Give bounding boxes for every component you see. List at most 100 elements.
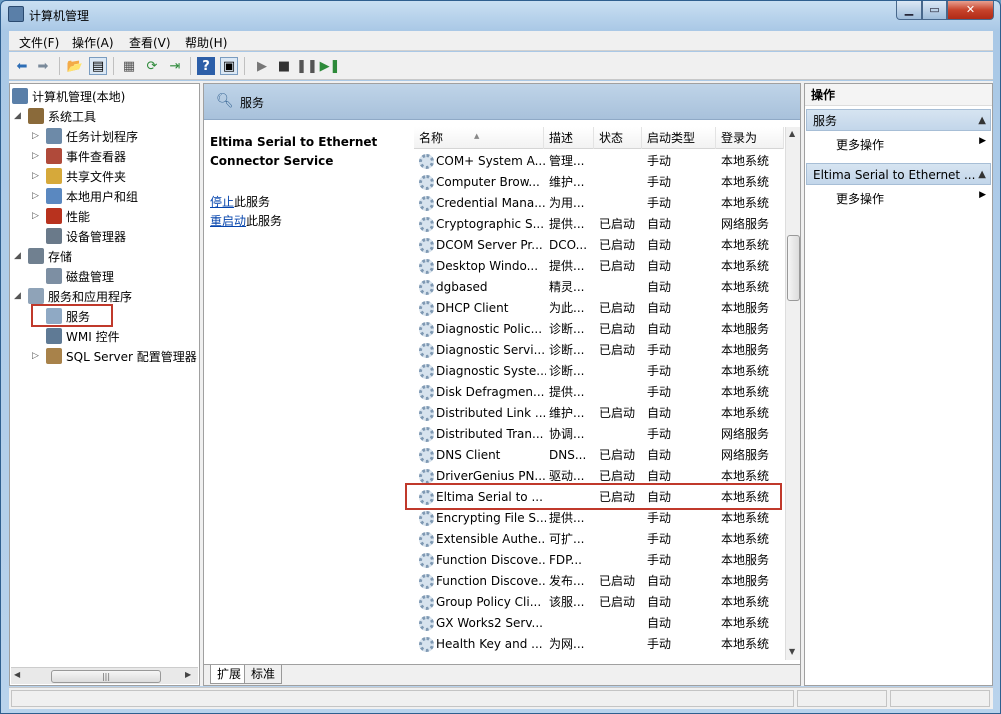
scrollbar-thumb[interactable]: ||| (51, 670, 161, 683)
menu-help[interactable]: 帮助(H) (185, 34, 227, 51)
expand-toggle-icon[interactable]: ◢ (14, 111, 21, 121)
export-list-icon[interactable]: ⇥ (166, 57, 184, 75)
stop-service-link[interactable]: 停止 (210, 195, 234, 209)
menu-action[interactable]: 操作(A) (72, 34, 114, 51)
more-actions-services[interactable]: 更多操作 ▶ (836, 136, 986, 153)
start-service-icon[interactable]: ▶ (253, 57, 271, 75)
service-row[interactable]: DHCP Client 为此... 已启动 自动 本地服务 (414, 298, 784, 319)
service-row[interactable]: Group Policy Cli... 该服... 已启动 自动 本地系统 (414, 592, 784, 613)
service-row[interactable]: Desktop Windo... 提供... 已启动 自动 本地系统 (414, 256, 784, 277)
actions-section-eltima[interactable]: Eltima Serial to Ethernet ... ▲ (806, 163, 991, 185)
expand-toggle-icon[interactable]: ◢ (14, 291, 21, 301)
tree-item[interactable]: 事件查看器 (46, 148, 126, 166)
title-bar[interactable]: 计算机管理 ▁ ▭ ✕ (1, 1, 1000, 29)
service-row[interactable]: Distributed Link ... 维护... 已启动 自动 本地系统 (414, 403, 784, 424)
expand-toggle-icon[interactable]: ▷ (32, 171, 39, 181)
pause-service-icon[interactable]: ❚❚ (296, 57, 318, 75)
column-header-startup-type[interactable]: 启动类型 (642, 127, 716, 149)
service-row[interactable]: Function Discove... FDP... 手动 本地服务 (414, 550, 784, 571)
cell-startup-type: 手动 (647, 553, 672, 567)
expand-toggle-icon[interactable]: ▷ (32, 351, 39, 361)
service-row[interactable]: COM+ System A... 管理... 手动 本地系统 (414, 151, 784, 172)
show-hide-tree-icon[interactable]: ▤ (89, 57, 107, 75)
service-row[interactable]: DCOM Server Pr... DCO... 已启动 自动 本地系统 (414, 235, 784, 256)
tree-item[interactable]: 共享文件夹 (46, 168, 126, 186)
scroll-up-icon[interactable]: ▲ (789, 129, 795, 138)
service-row[interactable]: Disk Defragmen... 提供... 手动 本地系统 (414, 382, 784, 403)
scrollbar-thumb[interactable] (787, 235, 800, 301)
service-row[interactable]: Diagnostic Syste... 诊断... 手动 本地系统 (414, 361, 784, 382)
tab-standard[interactable]: 标准 (244, 665, 283, 684)
service-row[interactable]: Extensible Authe... 可扩... 手动 本地系统 (414, 529, 784, 550)
cell-status: 已启动 (599, 448, 636, 462)
column-header-description[interactable]: 描述 (544, 127, 594, 149)
tree-item[interactable]: SQL Server 配置管理器 (46, 348, 197, 366)
tree-item[interactable]: WMI 控件 (46, 328, 120, 346)
restart-service-link[interactable]: 重启动 (210, 214, 246, 228)
vertical-scrollbar[interactable]: ▲ ▼ (785, 127, 800, 660)
service-row[interactable]: DNS Client DNS... 已启动 自动 网络服务 (414, 445, 784, 466)
status-bar (9, 687, 993, 709)
service-row[interactable]: dgbased 精灵... 自动 本地系统 (414, 277, 784, 298)
service-row[interactable]: Credential Mana... 为用... 手动 本地系统 (414, 193, 784, 214)
minimize-button[interactable]: ▁ (896, 1, 922, 20)
help-icon[interactable]: ? (197, 57, 215, 75)
tree-item[interactable]: 计算机管理(本地) (12, 88, 125, 106)
expand-toggle-icon[interactable]: ▷ (32, 131, 39, 141)
service-row[interactable]: Computer Brow... 维护... 手动 本地系统 (414, 172, 784, 193)
tree-item-label: 磁盘管理 (66, 270, 115, 284)
tree-item[interactable]: 设备管理器 (46, 228, 126, 246)
menu-file[interactable]: 文件(F) (19, 34, 59, 51)
cell-log-on-as: 本地系统 (721, 616, 770, 630)
disk-icon (46, 268, 62, 284)
stop-service-icon[interactable]: ■ (275, 57, 293, 75)
forward-arrow-icon[interactable]: ➡ (34, 57, 52, 75)
service-row[interactable]: Cryptographic S... 提供... 已启动 自动 网络服务 (414, 214, 784, 235)
gear-icon (419, 238, 434, 253)
maximize-button[interactable]: ▭ (922, 1, 947, 20)
tab-extended[interactable]: 扩展 (210, 665, 249, 684)
close-button[interactable]: ✕ (947, 1, 994, 20)
cell-description: 精灵... (549, 280, 585, 294)
horizontal-scrollbar[interactable]: ◀ ||| ▶ (11, 667, 198, 684)
up-folder-icon[interactable]: 📂 (66, 57, 84, 75)
scroll-down-icon[interactable]: ▼ (789, 647, 795, 656)
tree-item[interactable]: 任务计划程序 (46, 128, 138, 146)
service-row[interactable]: Diagnostic Servi... 诊断... 已启动 手动 本地服务 (414, 340, 784, 361)
column-header-status[interactable]: 状态 (594, 127, 642, 149)
tree-item[interactable]: 性能 (46, 208, 90, 226)
tree-item[interactable]: 本地用户和组 (46, 188, 138, 206)
cell-status: 已启动 (599, 406, 636, 420)
back-arrow-icon[interactable]: ⬅ (13, 57, 31, 75)
service-row[interactable]: GX Works2 Serv... 自动 本地系统 (414, 613, 784, 634)
expand-toggle-icon[interactable]: ◢ (14, 251, 21, 261)
cell-description: 为用... (549, 196, 585, 210)
expand-toggle-icon[interactable]: ▷ (32, 151, 39, 161)
tree-item-label: 服务和应用程序 (48, 290, 133, 304)
cell-startup-type: 手动 (647, 364, 672, 378)
service-row[interactable]: Distributed Tran... 协调... 手动 网络服务 (414, 424, 784, 445)
menu-view[interactable]: 查看(V) (129, 34, 171, 51)
actions-section-services[interactable]: 服务 ▲ (806, 109, 991, 131)
properties-icon[interactable]: ▦ (120, 57, 138, 75)
scroll-right-icon[interactable]: ▶ (185, 670, 191, 679)
tree-item[interactable]: 磁盘管理 (46, 268, 114, 286)
tree-item[interactable]: 系统工具 (28, 108, 96, 126)
expand-toggle-icon[interactable]: ▷ (32, 191, 39, 201)
scroll-left-icon[interactable]: ◀ (14, 670, 20, 679)
more-actions-eltima[interactable]: 更多操作 ▶ (836, 190, 986, 207)
service-row[interactable]: Encrypting File S... 提供... 手动 本地系统 (414, 508, 784, 529)
service-row[interactable]: Function Discove... 发布... 已启动 自动 本地服务 (414, 571, 784, 592)
tree-item[interactable]: 存储 (28, 248, 72, 266)
cell-name: dgbased (436, 280, 488, 294)
computer-management-icon (8, 6, 24, 22)
expand-toggle-icon[interactable]: ▷ (32, 211, 39, 221)
refresh-icon[interactable]: ⟳ (143, 57, 161, 75)
service-row[interactable]: Diagnostic Polic... 诊断... 已启动 自动 本地服务 (414, 319, 784, 340)
cell-startup-type: 自动 (647, 280, 672, 294)
show-action-pane-icon[interactable]: ▣ (220, 57, 238, 75)
restart-service-icon[interactable]: ▶❚ (320, 57, 341, 75)
column-header-name[interactable]: 名称 ▲ (414, 127, 544, 149)
service-row[interactable]: Health Key and ... 为网... 手动 本地系统 (414, 634, 784, 655)
column-header-log-on-as[interactable]: 登录为 (716, 127, 784, 149)
